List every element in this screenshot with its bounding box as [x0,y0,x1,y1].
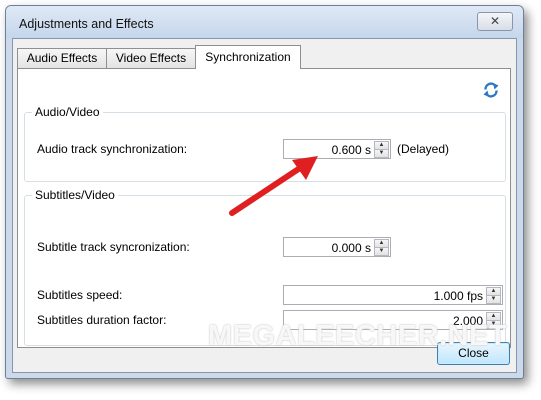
tab-synchronization[interactable]: Synchronization [195,45,301,69]
